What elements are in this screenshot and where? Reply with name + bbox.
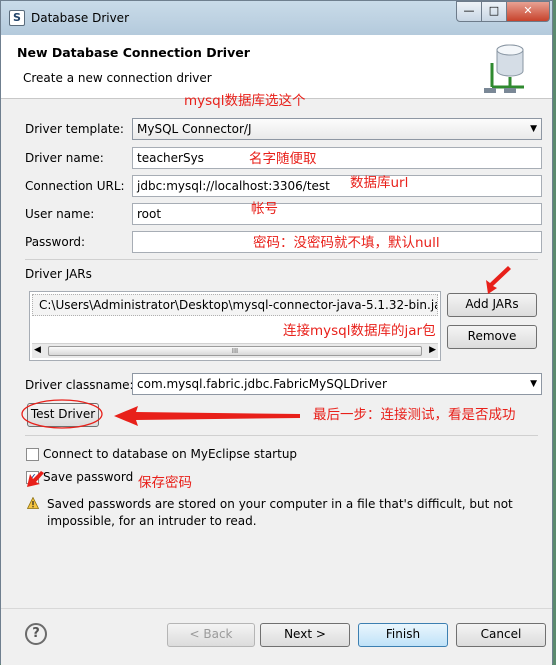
remove-jar-button[interactable]: Remove (447, 325, 537, 349)
section-divider (25, 259, 538, 260)
scroll-right-icon[interactable]: ▶ (429, 345, 436, 355)
driver-name-input[interactable]: teacherSys (132, 147, 542, 169)
driver-classname-label: Driver classname: (25, 378, 134, 392)
title-bar: S Database Driver — □ ✕ (1, 1, 552, 35)
list-item[interactable]: C:\Users\Administrator\Desktop\mysql-con… (32, 294, 438, 316)
myeclipse-app-icon: S (9, 10, 25, 26)
annotation-user: 帐号 (251, 201, 278, 217)
cancel-button[interactable]: Cancel (456, 623, 546, 647)
save-password-label: Save password (43, 470, 134, 484)
annotation-test: 最后一步：连接测试，看是否成功 (313, 407, 516, 423)
driver-classname-value: com.mysql.fabric.jdbc.FabricMySQLDriver (137, 377, 387, 391)
annotation-template: mysql数据库选这个 (184, 93, 306, 109)
annotation-name: 名字随便取 (249, 151, 317, 167)
connection-url-label: Connection URL: (25, 179, 125, 193)
wizard-title: New Database Connection Driver (17, 45, 250, 60)
user-name-label: User name: (25, 207, 95, 221)
connect-on-startup-label: Connect to database on MyEclipse startup (43, 447, 298, 461)
connection-url-input[interactable]: jdbc:mysql://localhost:3306/test (132, 175, 542, 197)
annotation-password: 密码：没密码就不填，默认null (253, 235, 440, 251)
add-jars-button[interactable]: Add JARs (447, 293, 537, 317)
test-driver-button[interactable]: Test Driver (27, 403, 99, 427)
annotation-url: 数据库url (350, 175, 409, 191)
scroll-left-icon[interactable]: ◀ (34, 345, 41, 355)
driver-template-label: Driver template: (25, 122, 124, 136)
driver-name-label: Driver name: (25, 151, 104, 165)
horizontal-scrollbar[interactable]: ◀ III ▶ (32, 343, 438, 358)
next-button[interactable]: Next > (260, 623, 350, 647)
password-label: Password: (25, 235, 86, 249)
chevron-down-icon: ▼ (530, 124, 537, 134)
annotation-jar: 连接mysql数据库的jar包 (283, 323, 436, 339)
save-password-checkbox[interactable]: ✓ (26, 471, 39, 484)
window-title: Database Driver (31, 11, 129, 25)
warning-icon (27, 497, 39, 509)
driver-template-select[interactable]: MySQL Connector/J ▼ (132, 118, 542, 140)
driver-template-value: MySQL Connector/J (137, 122, 252, 136)
finish-button[interactable]: Finish (358, 623, 448, 647)
chevron-down-icon: ▼ (530, 379, 537, 389)
database-connection-icon (484, 44, 524, 93)
help-icon[interactable]: ? (25, 623, 47, 645)
save-password-warning: Saved passwords are stored on your compu… (47, 497, 513, 528)
driver-jars-label: Driver JARs (25, 267, 92, 281)
back-button[interactable]: < Back (167, 623, 255, 647)
wizard-subtitle: Create a new connection driver (23, 71, 212, 85)
user-name-input[interactable]: root (132, 203, 542, 225)
minimize-button[interactable]: — (456, 1, 482, 22)
driver-classname-select[interactable]: com.mysql.fabric.jdbc.FabricMySQLDriver … (132, 373, 542, 395)
window-controls: — □ ✕ (456, 1, 550, 23)
scrollbar-thumb[interactable]: III (48, 346, 422, 356)
close-button[interactable]: ✕ (506, 1, 550, 22)
wizard-footer: ? < Back Next > Finish Cancel (1, 609, 552, 665)
maximize-button[interactable]: □ (481, 1, 507, 22)
section-divider (25, 435, 538, 436)
connect-on-startup-checkbox[interactable] (26, 448, 39, 461)
annotation-save: 保存密码 (138, 475, 192, 491)
